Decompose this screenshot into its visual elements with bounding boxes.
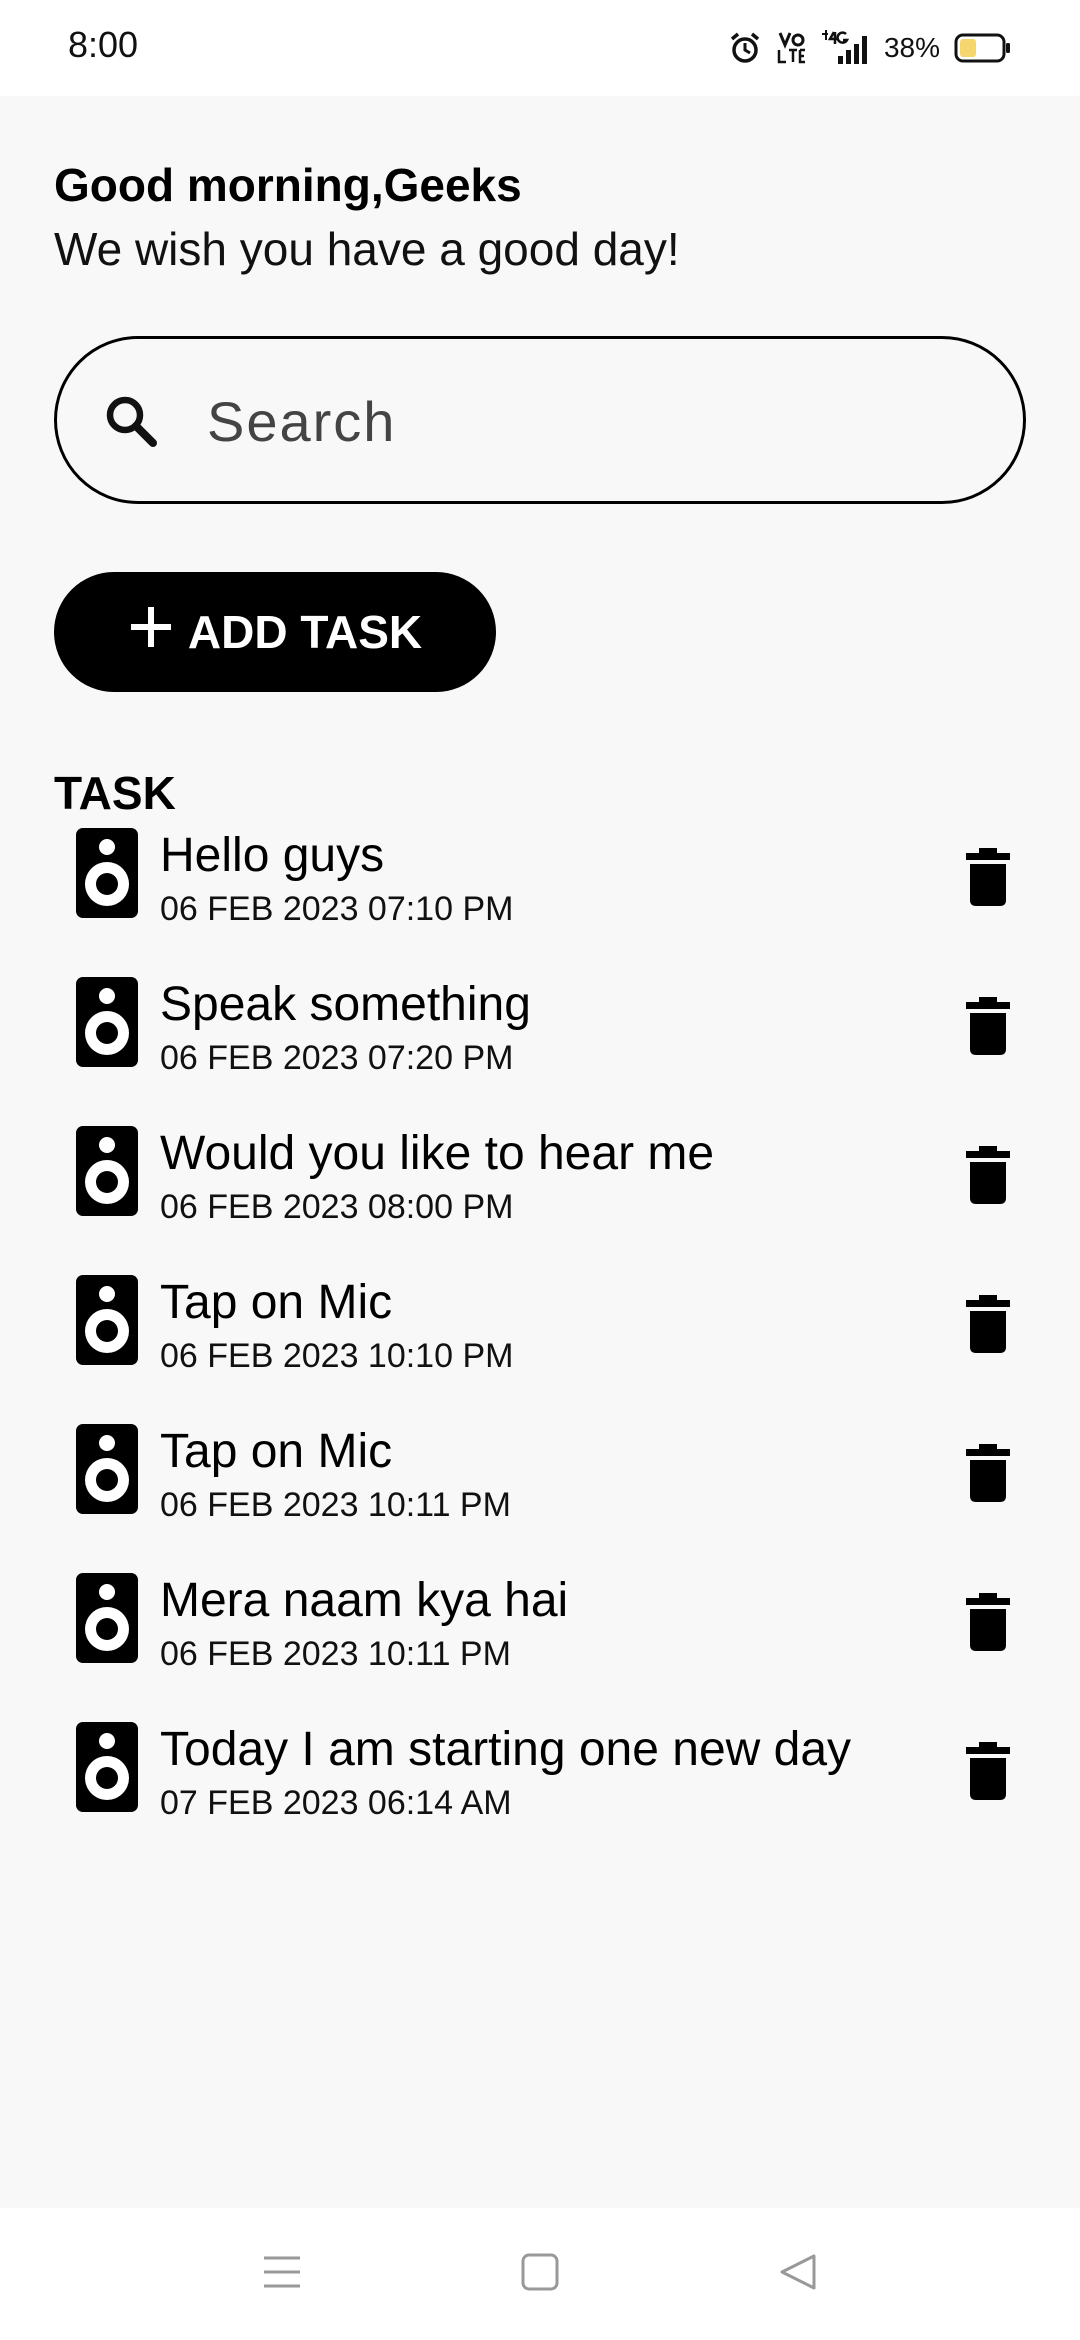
- task-date: 06 FEB 2023 07:20 PM: [160, 1039, 514, 1077]
- add-task-label: ADD TASK: [187, 606, 423, 658]
- home-icon[interactable]: [520, 2252, 560, 2297]
- task-title: Tap on Mic: [160, 1276, 393, 1329]
- task-date: 06 FEB 2023 10:11 PM: [160, 1486, 511, 1524]
- battery-icon: [954, 32, 1012, 64]
- delete-icon[interactable]: [964, 1295, 1012, 1358]
- search-input[interactable]: [207, 379, 967, 463]
- delete-icon[interactable]: [964, 1444, 1012, 1507]
- task-title: Would you like to hear me: [160, 1127, 715, 1180]
- task-date: 06 FEB 2023 07:10 PM: [160, 890, 514, 928]
- search-bar[interactable]: [54, 336, 1026, 504]
- main-content: Good morning,Geeks We wish you have a go…: [0, 96, 1080, 2208]
- status-time: 8:00: [68, 24, 139, 65]
- delete-icon[interactable]: [964, 1146, 1012, 1209]
- back-icon[interactable]: [778, 2252, 818, 2297]
- search-icon[interactable]: [101, 391, 161, 456]
- greeting-subtitle: We wish you have a good day!: [54, 223, 680, 275]
- delete-icon[interactable]: [964, 1593, 1012, 1656]
- speaker-icon[interactable]: [76, 977, 138, 1072]
- menu-icon[interactable]: [262, 2252, 302, 2297]
- alarm-icon: [728, 31, 762, 65]
- task-date: 07 FEB 2023 06:14 AM: [160, 1784, 512, 1822]
- navigation-bar: [0, 2208, 1080, 2340]
- status-icons: 38%: [728, 26, 1012, 70]
- task-item[interactable]: Tap on Mic 06 FEB 2023 10:10 PM: [0, 1275, 1080, 1424]
- delete-icon[interactable]: [964, 848, 1012, 911]
- task-date: 06 FEB 2023 10:11 PM: [160, 1635, 511, 1673]
- task-item[interactable]: Tap on Mic 06 FEB 2023 10:11 PM: [0, 1424, 1080, 1573]
- task-item[interactable]: Speak something 06 FEB 2023 07:20 PM: [0, 977, 1080, 1126]
- task-title: Hello guys: [160, 829, 385, 882]
- status-bar: 8:00 38%: [0, 0, 1080, 96]
- task-section-title: TASK: [54, 767, 176, 819]
- task-item[interactable]: Hello guys 06 FEB 2023 07:10 PM: [0, 828, 1080, 977]
- speaker-icon[interactable]: [76, 1424, 138, 1519]
- task-list: Hello guys 06 FEB 2023 07:10 PM Speak so…: [0, 828, 1080, 1871]
- speaker-icon[interactable]: [76, 1573, 138, 1668]
- delete-icon[interactable]: [964, 997, 1012, 1060]
- task-title: Speak something: [160, 978, 531, 1031]
- delete-icon[interactable]: [964, 1742, 1012, 1805]
- task-item[interactable]: Would you like to hear me 06 FEB 2023 08…: [0, 1126, 1080, 1275]
- task-title: Today I am starting one new day: [160, 1723, 852, 1776]
- battery-percentage: 38%: [883, 32, 940, 63]
- task-item[interactable]: Today I am starting one new day 07 FEB 2…: [0, 1722, 1080, 1871]
- task-title: Mera naam kya hai: [160, 1574, 569, 1627]
- speaker-icon[interactable]: [76, 1722, 138, 1817]
- task-item[interactable]: Mera naam kya hai 06 FEB 2023 10:11 PM: [0, 1573, 1080, 1722]
- 4g-signal-icon: [820, 30, 870, 66]
- speaker-icon[interactable]: [76, 1275, 138, 1370]
- add-task-button[interactable]: ADD TASK: [54, 572, 496, 692]
- greeting-title: Good morning,Geeks: [54, 159, 522, 211]
- plus-icon: [128, 604, 174, 661]
- volte-icon: [776, 30, 806, 66]
- task-title: Tap on Mic: [160, 1425, 393, 1478]
- task-date: 06 FEB 2023 10:10 PM: [160, 1337, 514, 1375]
- speaker-icon[interactable]: [76, 1126, 138, 1221]
- speaker-icon[interactable]: [76, 828, 138, 923]
- task-date: 06 FEB 2023 08:00 PM: [160, 1188, 514, 1226]
